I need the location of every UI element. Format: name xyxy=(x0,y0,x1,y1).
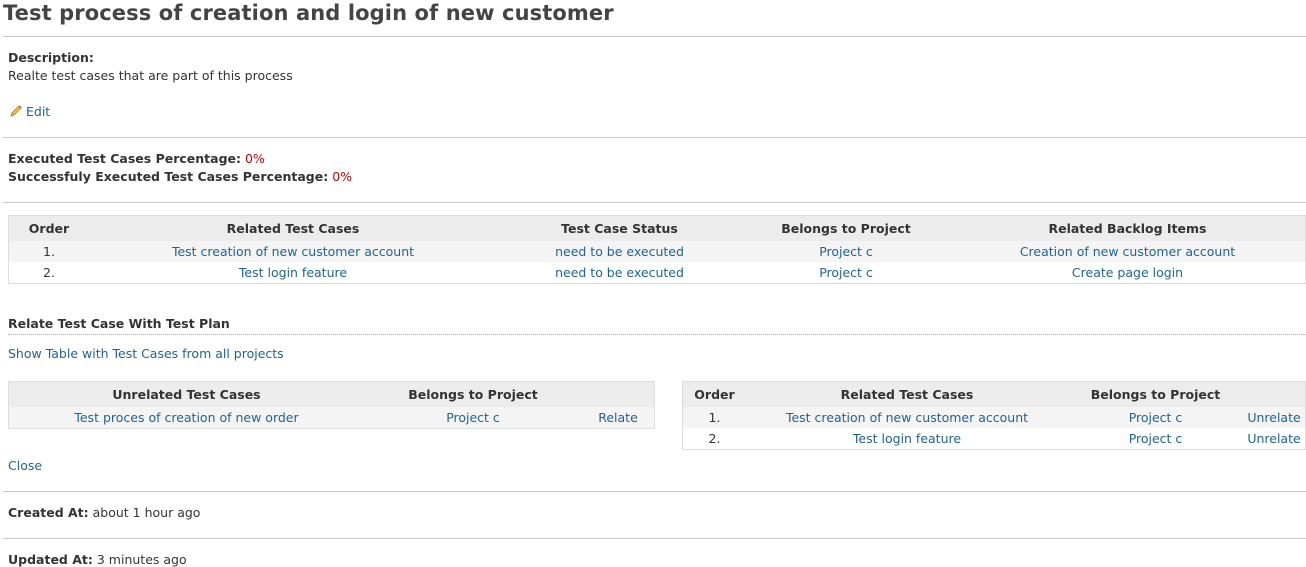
project-link[interactable]: Project c xyxy=(1129,431,1183,446)
column-header: Unrelated Test Cases xyxy=(8,381,364,407)
title-divider xyxy=(3,36,1306,37)
test-case-link[interactable]: Test login feature xyxy=(853,431,961,446)
project-link[interactable]: Project c xyxy=(819,265,873,280)
order-cell: 1. xyxy=(8,241,89,262)
relate-button[interactable]: Relate xyxy=(598,410,638,425)
table-row: 1. Test creation of new customer account… xyxy=(8,241,1306,262)
backlog-item-link[interactable]: Create page login xyxy=(1072,265,1183,280)
related-test-cases-table: Order Related Test Cases Test Case Statu… xyxy=(8,215,1306,284)
status-link[interactable]: need to be executed xyxy=(555,244,684,259)
section-divider xyxy=(3,202,1306,203)
column-header: Belongs to Project xyxy=(742,215,950,241)
test-case-link[interactable]: Test creation of new customer account xyxy=(172,244,414,259)
close-link[interactable]: Close xyxy=(8,458,42,473)
edit-label: Edit xyxy=(26,104,51,119)
updated-at: Updated At: 3 minutes ago xyxy=(8,552,187,567)
unrelate-button[interactable]: Unrelate xyxy=(1247,431,1300,446)
column-header: Belongs to Project xyxy=(364,381,582,407)
updated-at-label: Updated At: xyxy=(8,552,93,567)
table-row: 2. Test login feature need to be execute… xyxy=(9,262,1306,284)
description-text: Realte test cases that are part of this … xyxy=(8,68,293,83)
backlog-item-link[interactable]: Creation of new customer account xyxy=(1020,244,1235,259)
project-link[interactable]: Project c xyxy=(1129,410,1183,425)
executed-percentage-label: Executed Test Cases Percentage: xyxy=(8,151,241,166)
column-header: Order xyxy=(682,381,746,407)
table-row: Test proces of creation of new order Pro… xyxy=(8,407,655,429)
edit-link[interactable]: Edit xyxy=(9,104,50,119)
success-percentage: Successfuly Executed Test Cases Percenta… xyxy=(8,169,352,184)
heading-underline xyxy=(8,334,1306,335)
unrelated-test-cases-table: Unrelated Test Cases Belongs to Project … xyxy=(8,381,655,429)
column-header: Test Case Status xyxy=(497,215,742,241)
page-title: Test process of creation and login of ne… xyxy=(3,1,614,25)
test-case-link[interactable]: Test creation of new customer account xyxy=(786,410,1028,425)
description-label: Description: xyxy=(8,50,94,65)
test-case-link[interactable]: Test login feature xyxy=(239,265,347,280)
created-at-label: Created At: xyxy=(8,505,89,520)
column-header: Order xyxy=(8,215,89,241)
table-header-row: Unrelated Test Cases Belongs to Project xyxy=(8,381,655,407)
section-divider xyxy=(3,491,1306,492)
created-at-value: about 1 hour ago xyxy=(92,505,201,520)
related-test-cases-small-table: Order Related Test Cases Belongs to Proj… xyxy=(682,381,1306,450)
table-row: 2. Test login feature Project c Unrelate xyxy=(683,428,1306,450)
order-cell: 2. xyxy=(708,431,721,446)
column-header xyxy=(582,381,655,407)
section-divider xyxy=(3,137,1306,138)
executed-percentage: Executed Test Cases Percentage: 0% xyxy=(8,151,265,166)
order-cell: 1. xyxy=(682,407,746,428)
column-header: Belongs to Project xyxy=(1068,381,1243,407)
column-header: Related Test Cases xyxy=(89,215,497,241)
table-header-row: Order Related Test Cases Belongs to Proj… xyxy=(682,381,1306,407)
project-link[interactable]: Project c xyxy=(819,244,873,259)
relate-section-heading: Relate Test Case With Test Plan xyxy=(8,316,230,331)
updated-at-value: 3 minutes ago xyxy=(96,552,187,567)
pencil-icon xyxy=(10,105,22,117)
show-all-projects-link[interactable]: Show Table with Test Cases from all proj… xyxy=(8,346,284,361)
success-percentage-value: 0% xyxy=(332,169,353,184)
order-cell: 2. xyxy=(43,265,55,280)
created-at: Created At: about 1 hour ago xyxy=(8,505,200,520)
table-row: 1. Test creation of new customer account… xyxy=(682,407,1306,428)
unrelate-button[interactable]: Unrelate xyxy=(1247,410,1300,425)
column-header: Related Test Cases xyxy=(746,381,1068,407)
executed-percentage-value: 0% xyxy=(244,151,265,166)
section-divider xyxy=(3,538,1306,539)
status-link[interactable]: need to be executed xyxy=(555,265,684,280)
column-header: Related Backlog Items xyxy=(950,215,1306,241)
success-percentage-label: Successfuly Executed Test Cases Percenta… xyxy=(8,169,329,184)
column-header xyxy=(1243,381,1306,407)
table-header-row: Order Related Test Cases Test Case Statu… xyxy=(8,215,1306,241)
project-link[interactable]: Project c xyxy=(446,410,500,425)
test-case-link[interactable]: Test proces of creation of new order xyxy=(74,410,298,425)
